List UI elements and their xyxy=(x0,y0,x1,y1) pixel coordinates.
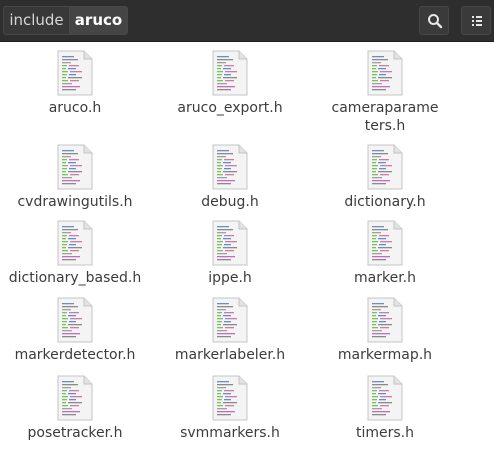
header-bar: include aruco xyxy=(0,0,494,42)
text-file-icon xyxy=(57,144,93,190)
file-item[interactable]: cameraparameters.h xyxy=(315,50,455,142)
file-label: markerlabeler.h xyxy=(174,347,286,363)
file-label: ippe.h xyxy=(208,270,252,286)
file-item[interactable]: dictionary_based.h xyxy=(5,220,145,290)
file-grid: aruco.h aruco_export.h cameraparameters.… xyxy=(0,42,494,464)
file-label: markermap.h xyxy=(337,347,433,363)
file-label: svmmarkers.h xyxy=(180,425,280,441)
text-file-icon xyxy=(212,144,248,190)
text-file-icon xyxy=(367,144,403,190)
file-item[interactable]: timers.h xyxy=(315,375,455,445)
file-item[interactable]: markerdetector.h xyxy=(5,297,145,367)
file-item[interactable]: debug.h xyxy=(160,144,300,214)
file-label: aruco.h xyxy=(48,100,102,116)
text-file-icon xyxy=(367,50,403,96)
breadcrumb-aruco[interactable]: aruco xyxy=(69,6,128,35)
file-label: dictionary_based.h xyxy=(8,270,142,286)
text-file-icon xyxy=(212,50,248,96)
file-label: markerdetector.h xyxy=(14,347,136,363)
file-label: cameraparameters.h xyxy=(331,100,439,134)
breadcrumb-include[interactable]: include xyxy=(3,6,69,35)
text-file-icon xyxy=(212,375,248,421)
text-file-icon xyxy=(367,297,403,343)
file-label: aruco_export.h xyxy=(177,100,283,116)
file-item[interactable]: posetracker.h xyxy=(5,375,145,445)
view-options-icon xyxy=(472,16,482,26)
file-label: marker.h xyxy=(354,270,416,286)
file-label: timers.h xyxy=(355,425,414,441)
file-item[interactable]: ippe.h xyxy=(160,220,300,290)
text-file-icon xyxy=(212,220,248,266)
file-item[interactable]: cvdrawingutils.h xyxy=(5,144,145,214)
view-options-button[interactable] xyxy=(461,6,491,35)
search-icon xyxy=(428,14,443,29)
file-label: dictionary.h xyxy=(344,194,426,210)
text-file-icon xyxy=(57,375,93,421)
text-file-icon xyxy=(212,297,248,343)
file-label: posetracker.h xyxy=(27,425,123,441)
file-label: cvdrawingutils.h xyxy=(17,194,133,210)
file-item[interactable]: svmmarkers.h xyxy=(160,375,300,445)
file-item[interactable]: markermap.h xyxy=(315,297,455,367)
text-file-icon xyxy=(57,50,93,96)
text-file-icon xyxy=(367,220,403,266)
search-button[interactable] xyxy=(419,6,449,35)
file-item[interactable]: markerlabeler.h xyxy=(160,297,300,367)
file-item[interactable]: aruco_export.h xyxy=(160,50,300,142)
file-item[interactable]: dictionary.h xyxy=(315,144,455,214)
file-item[interactable]: aruco.h xyxy=(5,50,145,142)
text-file-icon xyxy=(57,297,93,343)
file-item[interactable]: marker.h xyxy=(315,220,455,290)
text-file-icon xyxy=(367,375,403,421)
text-file-icon xyxy=(57,220,93,266)
file-label: debug.h xyxy=(201,194,259,210)
